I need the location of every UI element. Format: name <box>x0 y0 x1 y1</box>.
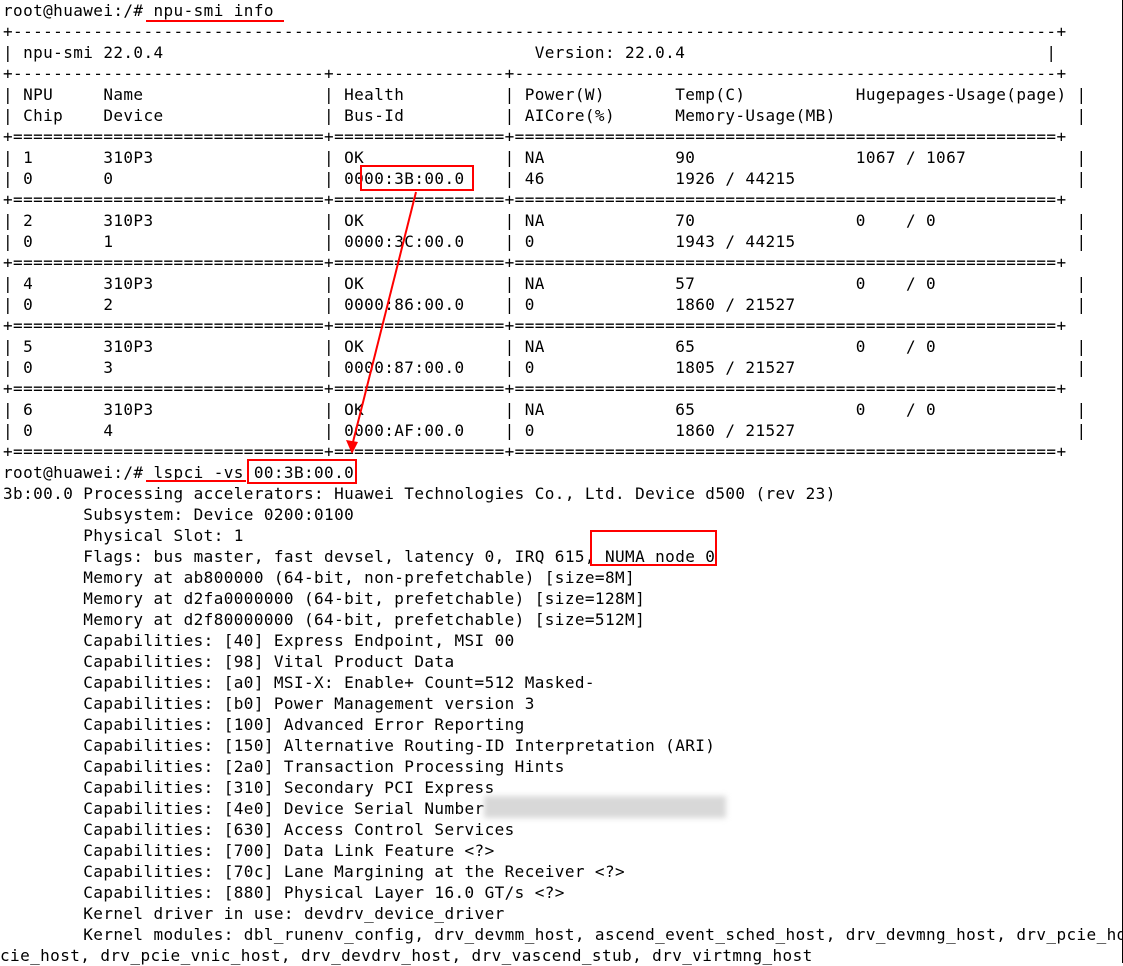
table-border-bottom: +===============================+=======… <box>3 442 1067 461</box>
table-row: | 0 3 | 0000:87:00.0 | 0 1805 / 21527 | <box>3 358 1087 377</box>
lspci-output-line: Capabilities: [150] Alternative Routing-… <box>3 736 716 755</box>
lspci-output-line: Memory at ab800000 (64-bit, non-prefetch… <box>3 568 636 587</box>
table-row: | 0 2 | 0000:86:00.0 | 0 1860 / 21527 | <box>3 295 1087 314</box>
table-row: | 6 310P3 | OK | NA 65 0 / 0 | <box>3 400 1087 419</box>
table-row: | 0 4 | 0000:AF:00.0 | 0 1860 / 21527 | <box>3 421 1087 440</box>
table-separator: +===============================+=======… <box>3 127 1067 146</box>
lspci-output-line: Capabilities: [630] Access Control Servi… <box>3 820 515 839</box>
lspci-output-line: Capabilities: [880] Physical Layer 16.0 … <box>3 883 565 902</box>
table-row: | 0 0 | 0000:3B:00.0 | 46 1926 / 44215 | <box>3 169 1087 188</box>
table-row: | 1 310P3 | OK | NA 90 1067 / 1067 | <box>3 148 1087 167</box>
table-separator: +===============================+=======… <box>3 316 1067 335</box>
table-border: +-------------------------------+-------… <box>3 64 1067 83</box>
prompt-npu-smi-info: root@huawei:/# npu-smi info <box>3 1 274 20</box>
lspci-output-line: 3b:00.0 Processing accelerators: Huawei … <box>3 484 836 503</box>
lspci-output-line: Capabilities: [100] Advanced Error Repor… <box>3 715 525 734</box>
table-row: | 4 310P3 | OK | NA 57 0 / 0 | <box>3 274 1087 293</box>
redacted-serial-number <box>484 796 726 818</box>
table-version-row: | npu-smi 22.0.4 Version: 22.0.4 | <box>3 43 1057 62</box>
lspci-output-line: Memory at d2f80000000 (64-bit, prefetcha… <box>3 610 646 629</box>
lspci-output-line: Kernel modules: dbl_runenv_config, drv_d… <box>3 925 1123 944</box>
table-header-row: | NPU Name | Health | Power(W) Temp(C) H… <box>3 85 1087 104</box>
table-border-top: +---------------------------------------… <box>3 22 1067 41</box>
lspci-output-line: Memory at d2fa0000000 (64-bit, prefetcha… <box>3 589 646 608</box>
table-row: | 0 1 | 0000:3C:00.0 | 0 1943 / 44215 | <box>3 232 1087 251</box>
lspci-output-line: Capabilities: [40] Express Endpoint, MSI… <box>3 631 515 650</box>
lspci-serial-line: Capabilities: [4e0] Device Serial Number <box>3 799 485 818</box>
table-row: | 2 310P3 | OK | NA 70 0 / 0 | <box>3 211 1087 230</box>
prompt-lspci: root@huawei:/# lspci -vs 00:3B:00.0 <box>3 463 355 482</box>
table-separator: +===============================+=======… <box>3 379 1067 398</box>
lspci-output-line: Capabilities: [310] Secondary PCI Expres… <box>3 778 495 797</box>
lspci-output-line: Kernel driver in use: devdrv_device_driv… <box>3 904 505 923</box>
lspci-output-line: Capabilities: [a0] MSI-X: Enable+ Count=… <box>3 673 595 692</box>
lspci-output-line: Physical Slot: 1 <box>3 526 244 545</box>
lspci-output-line: Capabilities: [2a0] Transaction Processi… <box>3 757 565 776</box>
table-row: | 5 310P3 | OK | NA 65 0 / 0 | <box>3 337 1087 356</box>
table-separator: +===============================+=======… <box>3 190 1067 209</box>
table-separator: +===============================+=======… <box>3 253 1067 272</box>
lspci-flags-line: Flags: bus master, fast devsel, latency … <box>3 547 716 566</box>
table-header-row: | Chip Device | Bus-Id | AICore(%) Memor… <box>3 106 1087 125</box>
lspci-output-line: Capabilities: [98] Vital Product Data <box>3 652 455 671</box>
lspci-output-line: Capabilities: [70c] Lane Margining at th… <box>3 862 626 881</box>
terminal-window[interactable]: root@huawei:/# npu-smi info +-----------… <box>0 0 1123 965</box>
lspci-output-line: Capabilities: [700] Data Link Feature <?… <box>3 841 495 860</box>
lspci-output-line: Capabilities: [b0] Power Management vers… <box>3 694 535 713</box>
lspci-output-line: Subsystem: Device 0200:0100 <box>3 505 355 524</box>
